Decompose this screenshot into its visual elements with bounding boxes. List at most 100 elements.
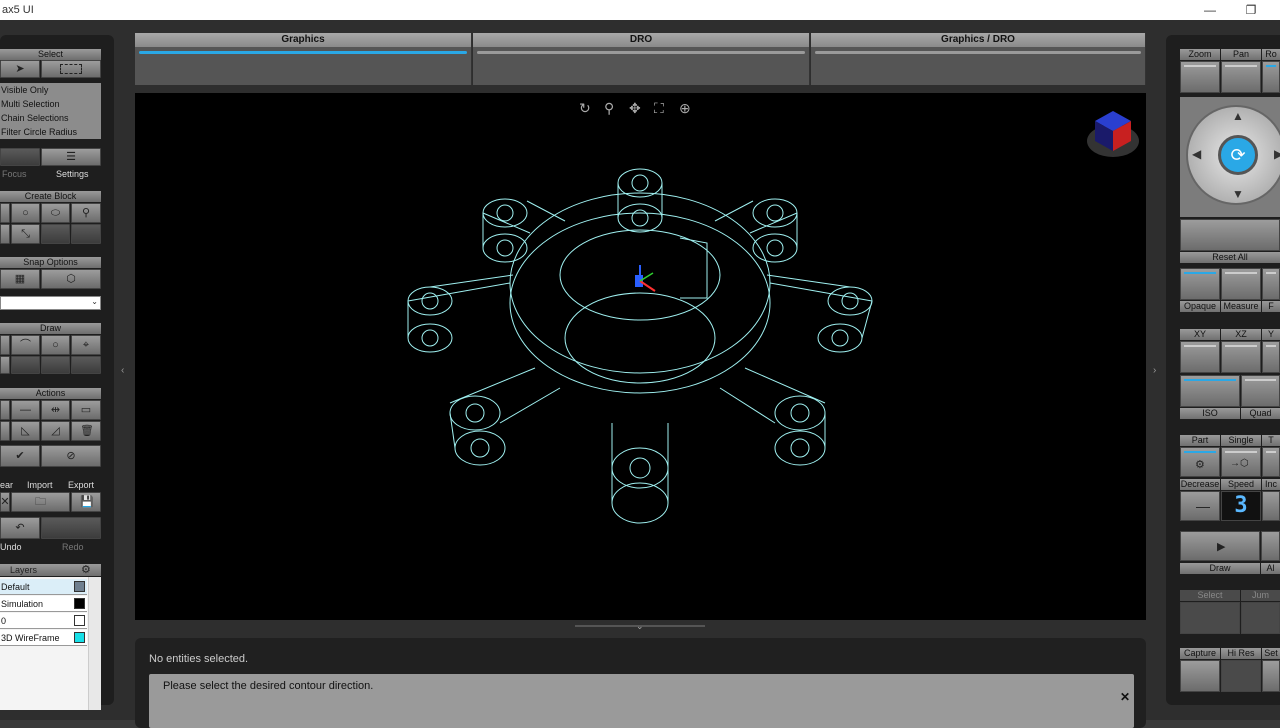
block-point-button[interactable]: ⚲ [71, 203, 101, 223]
minimize-button[interactable]: — [1197, 1, 1223, 19]
set-label: Set [1262, 648, 1280, 659]
draw-circle-button[interactable]: ○ [41, 335, 70, 355]
reset-all-button[interactable] [1180, 219, 1280, 251]
import-button[interactable]: 🗀 [11, 492, 70, 512]
select-option-chain-selections[interactable]: Chain Selections [0, 111, 101, 125]
snap-dropdown[interactable]: ⌄ [0, 296, 101, 310]
block-extra-button[interactable] [0, 224, 10, 244]
capture-button[interactable] [1180, 660, 1220, 692]
create-block-header: Create Block [0, 191, 101, 202]
collapse-right-icon[interactable]: › [1153, 365, 1156, 376]
view-xz-button[interactable] [1221, 341, 1261, 373]
set-button[interactable] [1262, 660, 1280, 692]
redo-button[interactable] [41, 517, 101, 539]
close-icon[interactable]: ✕ [1120, 690, 1130, 704]
play-icon: ▶ [1217, 541, 1226, 553]
action-5-button[interactable] [0, 421, 10, 441]
draw-header: Draw [0, 323, 101, 334]
draw-line-button[interactable] [0, 335, 10, 355]
single-button[interactable]: →⬡ [1221, 447, 1261, 477]
action-delete-button[interactable]: 🗑 [71, 421, 101, 441]
collapse-left-icon[interactable]: ‹ [121, 365, 124, 376]
layer-color-swatch[interactable] [74, 632, 85, 643]
zoom-button[interactable] [1180, 61, 1220, 93]
layer-color-swatch[interactable] [74, 615, 85, 626]
view-cube-icon[interactable] [1087, 111, 1139, 157]
view-xy-button[interactable] [1180, 341, 1220, 373]
view-quad-button[interactable] [1241, 375, 1280, 407]
snap-options-header: Snap Options [0, 257, 101, 268]
action-break-button[interactable]: ⇹ [41, 400, 70, 420]
arrow-left-icon[interactable]: ◀ [1192, 147, 1201, 161]
select-button[interactable] [1180, 602, 1240, 634]
action-offset-button[interactable]: ▭ [71, 400, 101, 420]
restore-button[interactable]: ❐ [1238, 1, 1264, 19]
tab-graphics-dro[interactable]: Graphics / DRO [811, 33, 1146, 85]
increase-button[interactable] [1262, 491, 1280, 521]
layer-color-swatch[interactable] [74, 581, 85, 592]
all-button[interactable] [1261, 531, 1280, 561]
snap-cube-button[interactable]: ⬡ [41, 269, 101, 289]
layer-row-0[interactable]: 0 [0, 613, 87, 629]
measure-button[interactable] [1221, 268, 1261, 300]
graphics-viewport[interactable]: ↻ ⚲ ✥ ⛶ ⊕ [135, 93, 1146, 620]
settings-button[interactable]: ☰ [41, 148, 101, 166]
decrease-button[interactable]: — [1180, 491, 1220, 521]
draw-point-button[interactable]: ⌖ [71, 335, 101, 355]
single-step-icon: →⬡ [1230, 458, 1249, 469]
tab-dro[interactable]: DRO [473, 33, 810, 85]
action-chamfer-button[interactable]: ◺ [11, 421, 40, 441]
layer-row-default[interactable]: Default [0, 579, 87, 595]
draw-arc-button[interactable]: ⌒ [11, 335, 40, 355]
arrow-up-icon[interactable]: ▲ [1232, 109, 1244, 123]
refresh-icon[interactable]: ⟳ [1218, 135, 1258, 175]
draw-extra-button[interactable] [0, 356, 10, 374]
cursor-icon: ➤ [15, 63, 25, 75]
tab-graphics[interactable]: Graphics [135, 33, 472, 85]
select-option-filter-circle-radius[interactable]: Filter Circle Radius [0, 125, 101, 139]
pan-button[interactable] [1221, 61, 1261, 93]
view-y-button[interactable] [1262, 341, 1280, 373]
direction-pad[interactable]: ▲ ▼ ◀ ▶ ⟳ [1186, 105, 1280, 205]
select-window-button[interactable] [41, 60, 101, 78]
select-option-visible-only[interactable]: Visible Only [0, 83, 101, 97]
layer-color-swatch[interactable] [74, 598, 85, 609]
settings-label: Settings [56, 169, 89, 179]
display-extra-label: F [1262, 301, 1280, 312]
chevron-down-icon[interactable]: ⌄ [636, 621, 644, 632]
reset-all-label: Reset All [1180, 252, 1280, 263]
snap-grid-button[interactable]: ▦ [0, 269, 40, 289]
block-shape-button[interactable]: ⬭ [41, 203, 70, 223]
layer-row-simulation[interactable]: Simulation [0, 596, 87, 612]
view-iso-button[interactable] [1180, 375, 1240, 407]
action-trim-button[interactable]: — [11, 400, 40, 420]
action-fillet-button[interactable]: ◿ [41, 421, 70, 441]
undo-button[interactable]: ↶ [0, 517, 40, 539]
select-pointer-button[interactable]: ➤ [0, 60, 40, 78]
part-button[interactable]: ⚙ [1180, 447, 1220, 477]
action-1-button[interactable] [0, 400, 10, 420]
cancel-button[interactable]: ⊘ [41, 445, 101, 467]
focus-button[interactable] [0, 148, 40, 166]
draw-play-button[interactable]: ▶ [1180, 531, 1260, 561]
hi-res-button[interactable] [1221, 660, 1261, 692]
block-rect-button[interactable] [0, 203, 10, 223]
block-circle-button[interactable]: ○ [11, 203, 40, 223]
gear-icon[interactable]: ⚙ [81, 563, 91, 576]
display-extra-button[interactable] [1262, 268, 1280, 300]
block-line-button[interactable]: ⤡ [11, 224, 40, 244]
clear-button[interactable]: ✕ [0, 492, 10, 512]
circle-icon: ○ [22, 207, 29, 219]
t-button[interactable] [1262, 447, 1280, 477]
window-title: ax5 UI [2, 4, 34, 16]
arrow-right-icon[interactable]: ▶ [1274, 147, 1280, 161]
arrow-down-icon[interactable]: ▼ [1232, 187, 1244, 201]
confirm-button[interactable]: ✔ [0, 445, 40, 467]
export-button[interactable]: 💾 [71, 492, 101, 512]
layer-row-3d-wireframe[interactable]: 3D WireFrame [0, 630, 87, 646]
select-option-multi-selection[interactable]: Multi Selection [0, 97, 101, 111]
rotate-button[interactable] [1262, 61, 1280, 93]
opaque-button[interactable] [1180, 268, 1220, 300]
jump-button[interactable] [1241, 602, 1280, 634]
layers-scrollbar[interactable] [88, 577, 101, 710]
